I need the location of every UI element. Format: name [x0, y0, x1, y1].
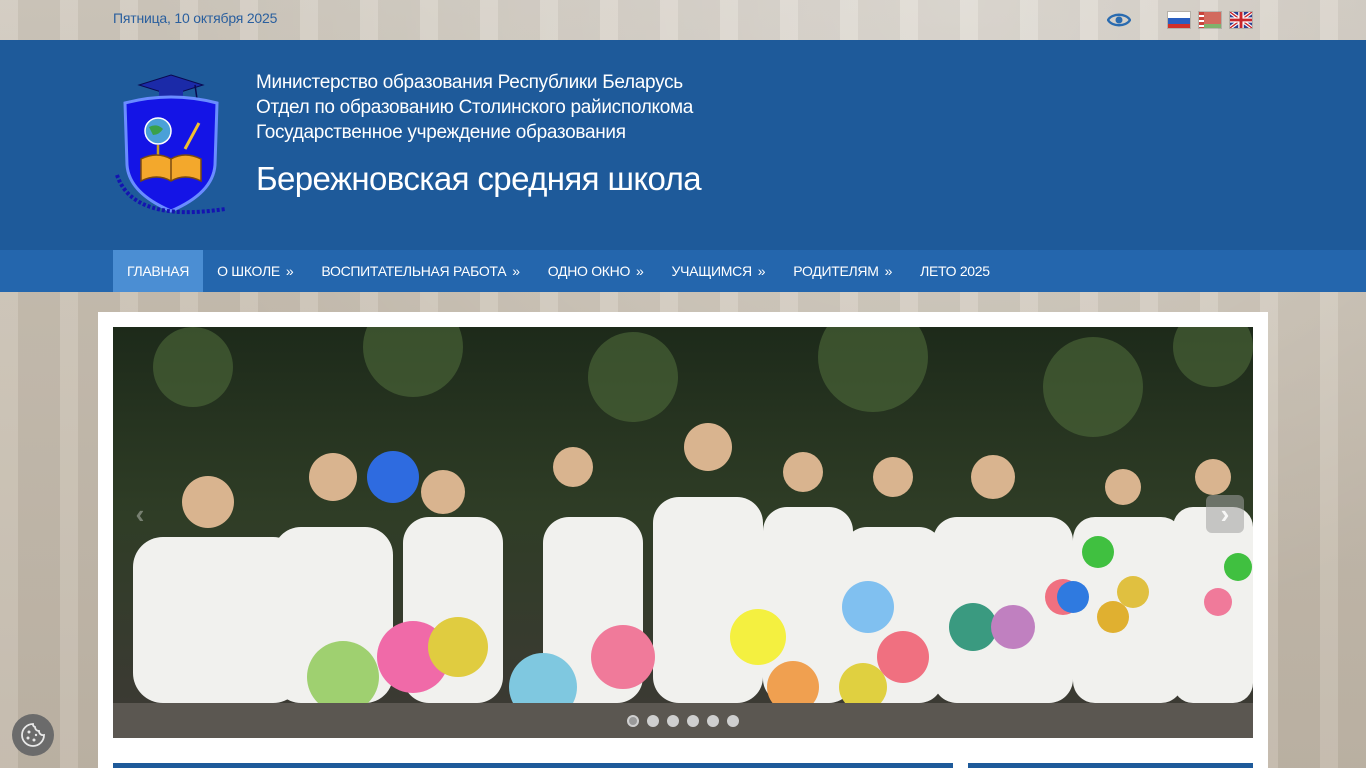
ministry-line: Министерство образования Республики Бела… [256, 72, 683, 93]
nav-item-parents[interactable]: Родителям » [779, 250, 906, 292]
slide-photo [113, 327, 1253, 703]
slider-dot-4[interactable] [687, 714, 699, 727]
nav-item-education[interactable]: Воспитательная работа » [307, 250, 533, 292]
slider-dot-2[interactable] [647, 714, 659, 727]
cookie-icon [21, 723, 45, 747]
submenu-arrow-icon: » [285, 263, 294, 279]
slider-next-button[interactable]: › [1206, 495, 1244, 533]
nav-item-label: Родителям [793, 263, 879, 279]
institution-line: Государственное учреждение образования [256, 122, 626, 143]
department-line: Отдел по образованию Столинского райиспо… [256, 97, 693, 118]
nav-item-summer[interactable]: Лето 2025 [906, 250, 1004, 292]
current-date: Пятница, 10 октября 2025 [113, 10, 278, 26]
nav-item-one-window[interactable]: Одно окно » [534, 250, 658, 292]
content-block-header [113, 763, 953, 768]
nav-item-label: Главная [127, 263, 190, 279]
slider-dot-3[interactable] [667, 714, 679, 727]
header-text: Министерство образования Республики Бела… [256, 70, 702, 199]
nav-item-label: Лето 2025 [920, 263, 990, 279]
eye-icon[interactable] [1107, 10, 1131, 30]
slider-pagination [113, 703, 1253, 738]
submenu-arrow-icon: » [884, 263, 893, 279]
chevron-left-icon: ‹ [135, 498, 145, 529]
slider-dot-1[interactable] [627, 714, 639, 727]
nav-item-home[interactable]: Главная [113, 250, 204, 292]
flag-en-icon[interactable] [1229, 11, 1253, 29]
school-logo[interactable] [113, 73, 229, 223]
site-header: Министерство образования Республики Бела… [0, 40, 1366, 250]
sidebar-block-header [968, 763, 1253, 768]
slider-prev-button[interactable]: ‹ [121, 495, 159, 533]
main-content: ‹ › [98, 312, 1268, 768]
nav-item-students[interactable]: Учащимся» [658, 250, 780, 292]
slider-dot-6[interactable] [727, 714, 739, 727]
submenu-arrow-icon: » [512, 263, 520, 279]
cookie-settings-button[interactable] [12, 714, 54, 756]
nav-item-label: О школе [217, 263, 280, 279]
submenu-arrow-icon: » [636, 263, 644, 279]
nav-item-about[interactable]: О школе » [203, 250, 307, 292]
nav-item-label: Учащимся [671, 263, 753, 279]
nav-item-label: Одно окно [547, 263, 631, 279]
main-navigation: Главная О школе» Воспитательная работа» … [0, 250, 1366, 292]
top-bar: Пятница, 10 октября 2025 [0, 0, 1366, 40]
school-name[interactable]: Бережновская средняя школа [256, 159, 702, 199]
slider-dot-5[interactable] [707, 714, 719, 727]
flag-by-icon[interactable] [1198, 11, 1222, 29]
chevron-right-icon: › [1220, 498, 1230, 529]
flag-ru-icon[interactable] [1167, 11, 1191, 29]
submenu-arrow-icon: » [757, 263, 766, 279]
image-slider[interactable]: ‹ › [113, 327, 1253, 738]
nav-item-label: Воспитательная работа [321, 263, 507, 279]
